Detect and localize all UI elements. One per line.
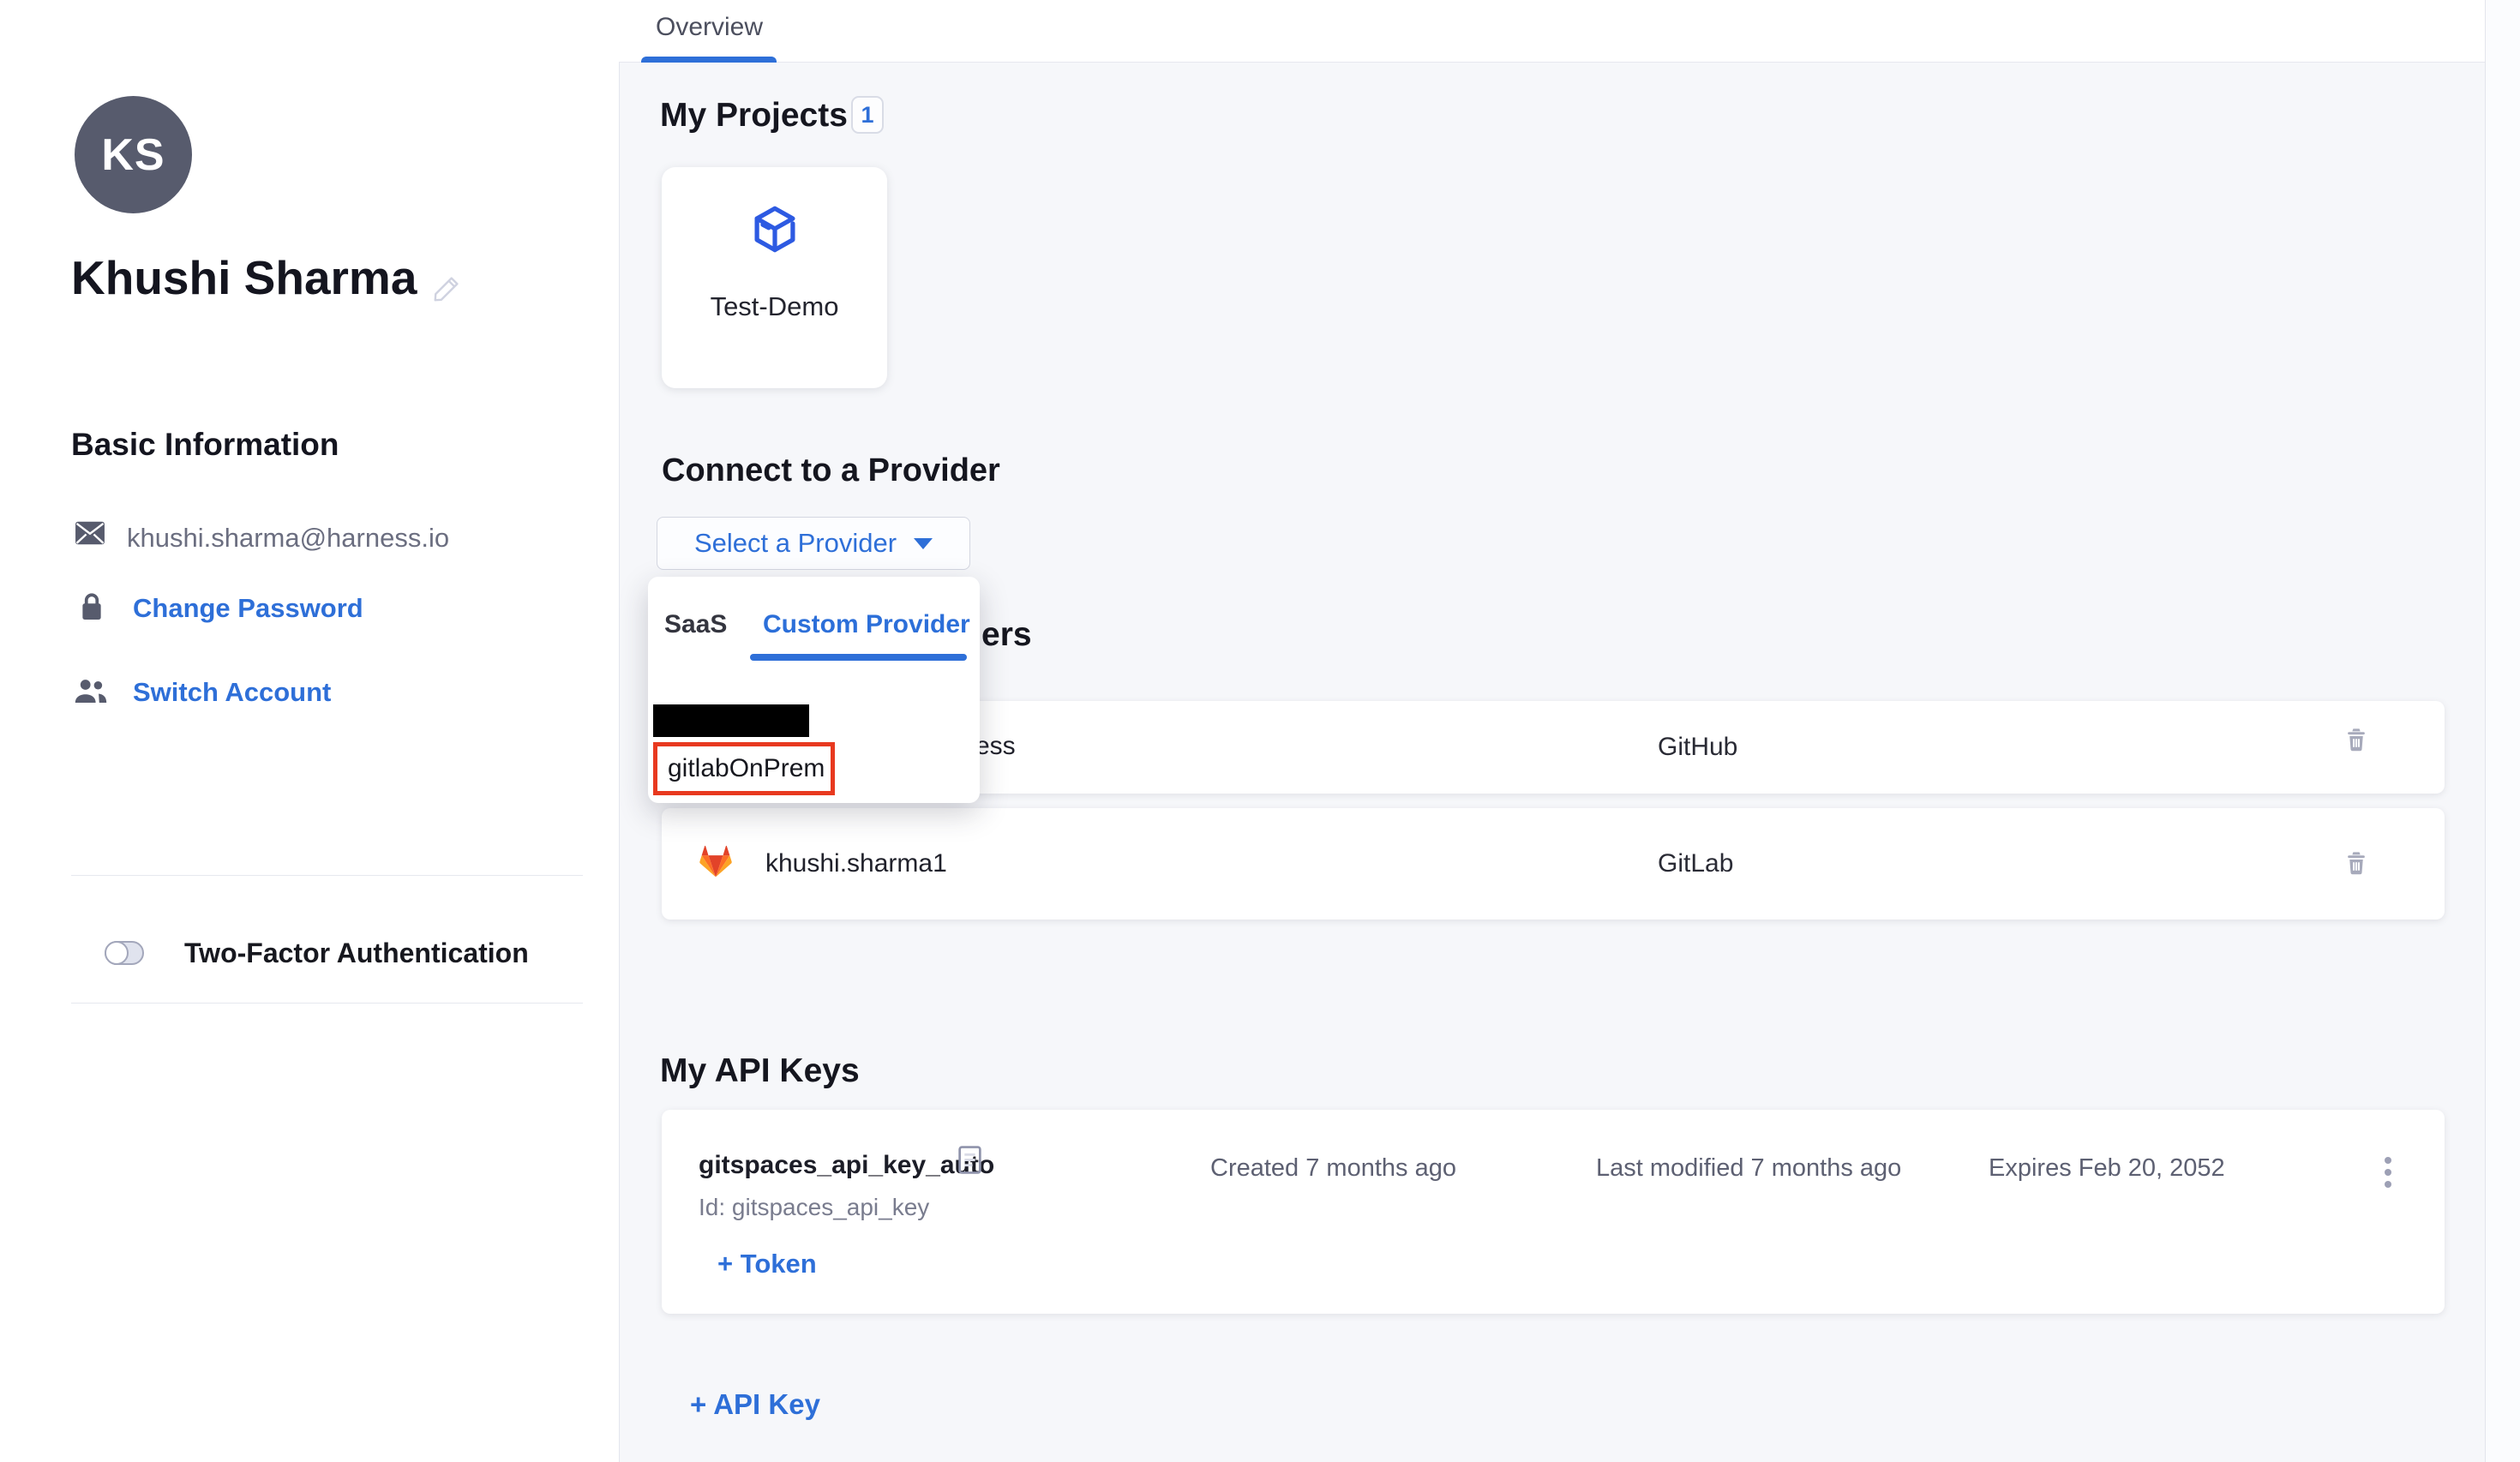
toggle-knob	[105, 941, 129, 965]
dropdown-tab-custom-provider[interactable]: Custom Provider	[763, 610, 970, 639]
delete-provider-button[interactable]	[2343, 848, 2370, 878]
projects-count-badge: 1	[851, 96, 884, 134]
edit-name-icon[interactable]	[431, 271, 464, 305]
api-key-menu-button[interactable]	[2371, 1148, 2405, 1196]
project-cube-icon	[747, 201, 803, 258]
my-projects-heading: My Projects	[660, 97, 848, 135]
sidebar-divider-bottom	[71, 1003, 583, 1004]
dropdown-tab-saas[interactable]: SaaS	[664, 610, 727, 639]
provider-account-name: khushi.sharma1	[765, 849, 947, 878]
scroll-gutter	[2486, 0, 2520, 1462]
copy-id-icon[interactable]	[958, 1146, 981, 1174]
project-name: Test-Demo	[662, 291, 887, 322]
basic-information-heading: Basic Information	[71, 427, 339, 463]
avatar-initials: KS	[101, 129, 165, 181]
lock-icon	[79, 591, 105, 622]
switch-account-icon	[73, 677, 109, 704]
switch-account-link[interactable]: Switch Account	[133, 677, 331, 708]
redacted-provider-item[interactable]	[653, 704, 809, 737]
dropdown-active-tab-underline	[750, 654, 967, 661]
api-key-card: gitspaces_api_key_auto Created 7 months …	[662, 1110, 2445, 1314]
tab-overview-active-underline	[641, 57, 777, 63]
gitlab-logo-icon	[696, 842, 735, 881]
main-tabbar	[619, 0, 2520, 63]
user-profile-page: KS Khushi Sharma Basic Information khush…	[0, 0, 2520, 1462]
display-name: Khushi Sharma	[71, 250, 417, 305]
select-provider-button[interactable]: Select a Provider	[657, 517, 970, 570]
git-provider-row: khushi.sharma1 GitLab	[662, 808, 2445, 920]
annotation-red-box: gitlabOnPrem	[653, 742, 835, 795]
api-key-expires: Expires Feb 20, 2052	[1989, 1154, 2225, 1183]
api-key-name: gitspaces_api_key_auto	[699, 1151, 994, 1180]
two-factor-label: Two-Factor Authentication	[184, 938, 529, 969]
api-key-created: Created 7 months ago	[1210, 1154, 1456, 1183]
api-key-id: Id: gitspaces_api_key	[699, 1194, 929, 1221]
sidebar-divider-top	[71, 875, 583, 876]
select-provider-label: Select a Provider	[694, 528, 897, 559]
projects-count: 1	[861, 102, 873, 129]
api-key-last-modified: Last modified 7 months ago	[1596, 1154, 1901, 1183]
change-password-link[interactable]: Change Password	[133, 593, 363, 624]
scroll-gutter-line	[2485, 0, 2486, 1462]
project-card[interactable]	[662, 167, 887, 388]
chevron-down-icon	[914, 538, 933, 549]
connect-provider-heading: Connect to a Provider	[662, 452, 1000, 489]
email-text: khushi.sharma@harness.io	[127, 523, 449, 554]
add-api-key-link[interactable]: + API Key	[690, 1388, 820, 1421]
add-token-link[interactable]: + Token	[717, 1249, 817, 1279]
profile-sidebar: KS Khushi Sharma Basic Information khush…	[0, 0, 620, 1462]
delete-provider-button[interactable]	[2343, 725, 2370, 754]
provider-account-name-fragment: ess	[975, 732, 1016, 761]
avatar: KS	[75, 96, 192, 213]
email-icon	[75, 521, 105, 545]
api-keys-heading: My API Keys	[660, 1052, 860, 1090]
tab-overview[interactable]: Overview	[656, 13, 763, 42]
git-providers-heading-fragment: ers	[981, 616, 1032, 654]
provider-type-label: GitHub	[1658, 733, 1737, 762]
provider-type-label: GitLab	[1658, 849, 1733, 878]
custom-provider-item[interactable]: gitlabOnPrem	[657, 754, 825, 783]
two-factor-toggle[interactable]	[105, 941, 144, 965]
